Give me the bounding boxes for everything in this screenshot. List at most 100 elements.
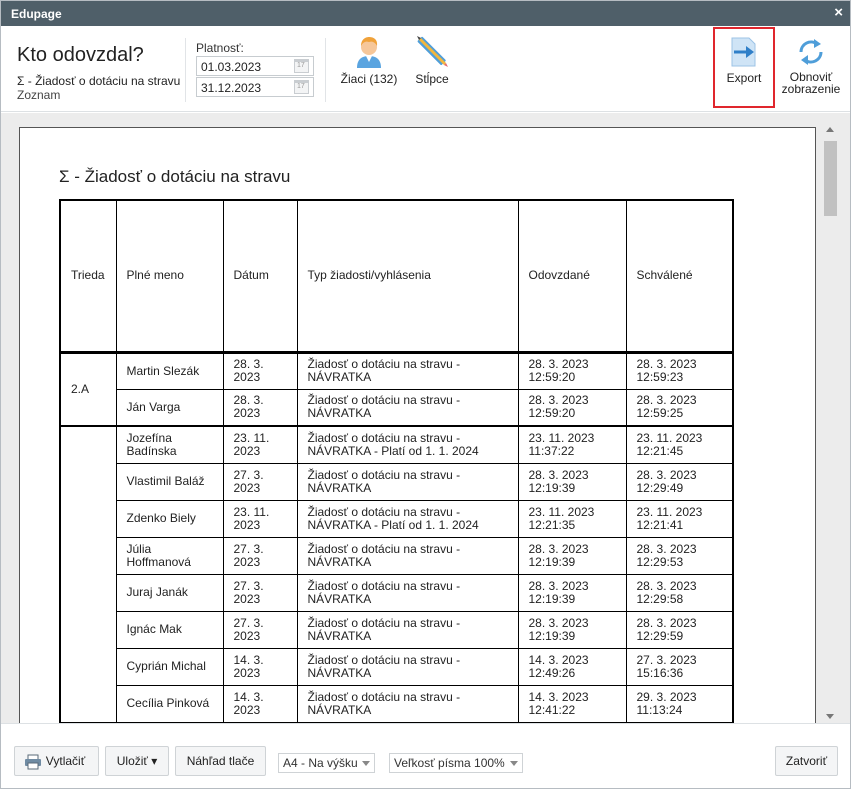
type-cell: Žiadosť o dotáciu na stravu - NÁVRATKA — [296, 536, 519, 575]
approved-cell: 28. 3. 2023 12:29:59 — [625, 610, 734, 649]
approved-cell: 28. 3. 2023 12:59:25 — [625, 388, 734, 427]
date-cell: 27. 3. 2023 — [222, 610, 298, 649]
table-row: Ján Varga 28. 3. 2023 Žiadosť o dotáciu na… — [60, 388, 734, 427]
scroll-up-icon[interactable] — [826, 127, 834, 132]
name-cell: Zdenko Biely — [115, 499, 224, 538]
students-label: Žiaci (132) — [340, 72, 398, 86]
close-label: Zatvoriť — [785, 754, 828, 768]
toolbar: Kto odovzdal? Σ - Žiadosť o dotáciu na s… — [1, 26, 850, 112]
font-size-select[interactable]: Veľkosť písma 100% — [389, 753, 523, 773]
orientation-value: A4 - Na výšku — [283, 756, 358, 770]
table-row: Juraj Janák 27. 3. 2023 Žiadosť o dotáciu … — [60, 573, 734, 612]
print-preview-area[interactable]: Σ - Žiadosť o dotáciu na stravu Trieda Pl… — [1, 113, 850, 723]
submitted-cell: 23. 11. 2023 12:21:35 — [517, 499, 627, 538]
name-cell: Cyprián Michal — [115, 647, 224, 686]
name-cell: Ignác Mak — [115, 610, 224, 649]
approved-cell: 23. 11. 2023 12:21:45 — [625, 425, 734, 464]
name-cell: Ján Varga — [115, 388, 224, 427]
footer-bar: Vytlačiť Uložiť ▾ Náhľad tlače A4 - Na v… — [1, 723, 850, 788]
pencil-ruler-icon — [417, 36, 448, 67]
submitted-cell: 28. 3. 2023 12:19:39 — [517, 573, 627, 612]
submitted-cell: 28. 3. 2023 12:59:20 — [517, 388, 627, 427]
refresh-label-line2: zobrazenie — [781, 82, 841, 96]
type-cell: Žiadosť o dotáciu na stravu - NÁVRATKA — [296, 462, 519, 501]
type-cell: Žiadosť o dotáciu na stravu - NÁVRATKA -… — [296, 499, 519, 538]
report-subtitle: Σ - Žiadosť o dotáciu na stravu — [17, 74, 181, 88]
table-row: Júlia Hoffmanová 27. 3. 2023 Žiadosť o dot… — [60, 536, 734, 575]
refresh-icon — [799, 39, 823, 65]
date-to-value: 31.12.2023 — [201, 81, 262, 95]
date-cell: 14. 3. 2023 — [222, 647, 298, 686]
submitted-cell: 28. 3. 2023 12:19:39 — [517, 610, 627, 649]
columns-button[interactable]: Stĺpce — [405, 35, 459, 86]
refresh-button[interactable]: Obnoviť zobrazenie — [779, 36, 843, 95]
validity-label: Platnosť: — [196, 41, 244, 55]
chevron-down-icon — [510, 761, 518, 766]
person-icon — [357, 37, 381, 68]
export-button[interactable]: Export — [717, 36, 771, 85]
name-cell: Cecília Pinková — [115, 684, 224, 723]
report-page: Σ - Žiadosť o dotáciu na stravu Trieda Pl… — [19, 127, 816, 723]
toolbar-divider — [325, 38, 326, 102]
vertical-scrollbar[interactable] — [823, 125, 838, 721]
save-label: Uložiť ▾ — [116, 754, 158, 768]
calendar-icon[interactable] — [294, 80, 309, 94]
print-label: Vytlačiť — [45, 754, 86, 768]
export-icon — [731, 37, 756, 67]
name-cell: Vlastimil Baláž — [115, 462, 224, 501]
approved-cell: 28. 3. 2023 12:29:53 — [625, 536, 734, 575]
submitted-cell: 28. 3. 2023 12:19:39 — [517, 536, 627, 575]
type-cell: Žiadosť o dotáciu na stravu - NÁVRATKA — [296, 610, 519, 649]
date-from-field[interactable]: 01.03.2023 — [196, 56, 314, 76]
date-to-field[interactable]: 31.12.2023 — [196, 77, 314, 97]
print-preview-label: Náhľad tlače — [186, 754, 255, 768]
submitted-cell: 14. 3. 2023 12:49:26 — [517, 647, 627, 686]
type-cell: Žiadosť o dotáciu na stravu - NÁVRATKA — [296, 388, 519, 427]
scroll-down-icon[interactable] — [826, 714, 834, 719]
table-row: Jozefína Badínska 23. 11. 2023 Žiadosť o d… — [59, 425, 734, 723]
class-cell: 2.A — [59, 351, 117, 427]
class-cell — [59, 425, 117, 723]
columns-label: Stĺpce — [415, 72, 449, 86]
scrollbar-thumb[interactable] — [824, 141, 837, 216]
students-button[interactable]: Žiaci (132) — [337, 35, 401, 86]
approved-cell: 28. 3. 2023 12:59:23 — [625, 351, 734, 390]
approved-cell: 28. 3. 2023 12:29:58 — [625, 573, 734, 612]
date-cell: 28. 3. 2023 — [222, 388, 298, 427]
page-title: Kto odovzdal? — [17, 44, 144, 66]
close-button[interactable]: Zatvoriť — [775, 746, 838, 776]
report-title: Σ - Žiadosť o dotáciu na stravu — [59, 167, 291, 186]
column-header: Schválené — [625, 199, 734, 354]
toolbar-divider — [185, 38, 186, 102]
column-header: Odovzdané — [517, 199, 627, 354]
submitted-cell: 28. 3. 2023 12:19:39 — [517, 462, 627, 501]
type-cell: Žiadosť o dotáciu na stravu - NÁVRATKA -… — [296, 425, 519, 464]
chevron-down-icon — [362, 761, 370, 766]
save-button[interactable]: Uložiť ▾ — [105, 746, 169, 776]
window-title: Edupage — [11, 7, 62, 21]
approved-cell: 29. 3. 2023 11:13:24 — [625, 684, 734, 723]
orientation-select[interactable]: A4 - Na výšku — [278, 753, 375, 773]
date-cell: 14. 3. 2023 — [222, 684, 298, 723]
report-dialog: Edupage × Kto odovzdal? Σ - Žiadosť o do… — [0, 0, 851, 789]
table-row: Cecília Pinková 14. 3. 2023 Žiadosť o dotá… — [60, 684, 734, 723]
date-from-value: 01.03.2023 — [201, 60, 262, 74]
type-cell: Žiadosť o dotáciu na stravu - NÁVRATKA — [296, 684, 519, 723]
column-header: Trieda — [59, 199, 117, 354]
date-cell: 28. 3. 2023 — [222, 351, 298, 390]
report-table: Trieda Plné meno Dátum Typ žiadosti/vyhláse… — [59, 199, 734, 723]
export-label: Export — [726, 71, 762, 85]
submitted-cell: 28. 3. 2023 12:59:20 — [517, 351, 627, 390]
print-button[interactable]: Vytlačiť — [14, 746, 99, 776]
date-cell: 27. 3. 2023 — [222, 536, 298, 575]
type-cell: Žiadosť o dotáciu na stravu - NÁVRATKA — [296, 573, 519, 612]
print-preview-button[interactable]: Náhľad tlače — [175, 746, 266, 776]
close-icon[interactable]: × — [834, 5, 843, 21]
approved-cell: 23. 11. 2023 12:21:41 — [625, 499, 734, 538]
date-cell: 23. 11. 2023 — [222, 499, 298, 538]
calendar-icon[interactable] — [294, 59, 309, 73]
font-size-value: Veľkosť písma 100% — [394, 756, 505, 770]
name-cell: Júlia Hoffmanová — [115, 536, 224, 575]
table-header-row: Trieda Plné meno Dátum Typ žiadosti/vyhláse… — [59, 199, 734, 354]
window-titlebar: Edupage × — [1, 1, 850, 26]
